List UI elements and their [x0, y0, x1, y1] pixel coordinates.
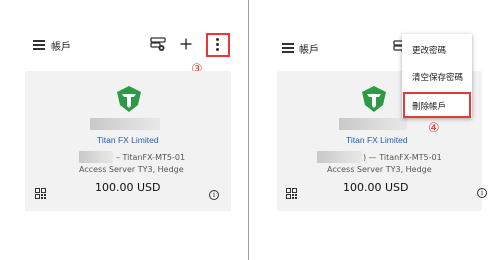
plus-icon[interactable] [180, 38, 192, 50]
qr-code-icon[interactable] [35, 188, 46, 199]
menu-item-clear-saved-password[interactable]: 清空保存密碼 [412, 71, 463, 83]
screen-title: 帳戶 [51, 42, 71, 53]
server-name: ) — TitanFX-MT5-01 [363, 153, 442, 162]
more-button-highlight [206, 33, 230, 57]
server-name: – TitanFX-MT5-01 [116, 153, 186, 162]
account-name-redacted [339, 118, 407, 130]
broker-name: Titan FX Limited [346, 135, 408, 145]
qr-code-icon[interactable] [286, 188, 297, 199]
account-balance: 100.00 USD [95, 181, 161, 194]
left-screen: 帳戶 ③ Titan FX Limited – TitanFX-MT5-01 A… [0, 0, 248, 260]
right-screen: 帳戶 Titan FX Limited ) — TitanFX-MT5-01 A… [252, 0, 500, 260]
account-name-redacted [90, 118, 160, 130]
account-balance: 100.00 USD [343, 181, 409, 194]
login-redacted [317, 151, 362, 163]
broker-name: Titan FX Limited [97, 135, 159, 145]
panel-divider [248, 0, 249, 260]
server-description: Access Server TY3, Hedge [79, 165, 184, 174]
step-marker: ④ [428, 121, 440, 136]
menu-icon[interactable] [33, 40, 45, 50]
menu-icon[interactable] [282, 43, 294, 53]
titan-logo [117, 86, 141, 112]
login-redacted [79, 151, 113, 163]
server-settings-icon[interactable] [150, 37, 166, 52]
screen-title: 帳戶 [299, 45, 319, 56]
delete-account-highlight [403, 92, 471, 118]
info-icon[interactable]: i [477, 188, 487, 198]
server-description: Access Server TY3, Hedge [327, 165, 432, 174]
titan-logo [362, 86, 386, 112]
info-icon[interactable]: i [209, 190, 219, 200]
account-card[interactable]: Titan FX Limited – TitanFX-MT5-01 Access… [25, 71, 231, 211]
menu-item-change-password[interactable]: 更改密碼 [412, 44, 446, 56]
